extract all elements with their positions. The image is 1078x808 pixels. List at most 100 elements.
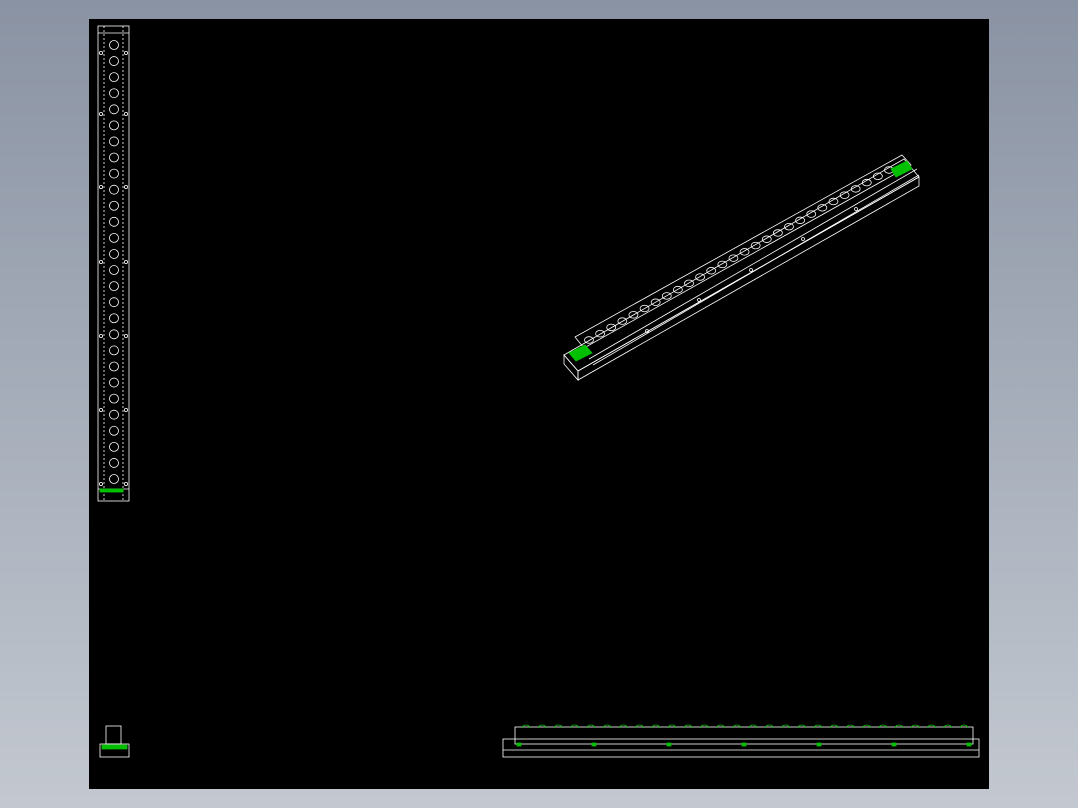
bolt-hole <box>927 724 936 729</box>
bolt-hole <box>764 724 774 729</box>
bolt-hole <box>667 724 677 729</box>
green-feature <box>99 488 124 493</box>
bolt-hole <box>109 409 119 420</box>
bolt-hole <box>635 724 644 729</box>
bolt-hole <box>109 232 119 243</box>
cad-model-viewport[interactable] <box>89 19 989 789</box>
top-view[interactable] <box>97 25 130 502</box>
mounting-hole <box>98 112 103 117</box>
green-feature <box>666 742 672 747</box>
bolt-hole <box>595 330 606 338</box>
bolt-hole <box>943 724 953 729</box>
bolt-hole <box>878 724 888 729</box>
bolt-hole <box>109 313 119 324</box>
bolt-hole <box>109 120 119 131</box>
bolt-hole <box>618 724 628 729</box>
rail-outline <box>97 25 130 502</box>
green-feature <box>741 742 747 747</box>
mounting-hole <box>697 298 701 302</box>
bolt-hole <box>109 216 119 227</box>
cad-drawing-canvas[interactable] <box>89 19 989 789</box>
mounting-hole <box>854 207 858 211</box>
green-feature <box>101 744 128 750</box>
green-feature <box>591 742 597 747</box>
mounting-hole <box>124 51 129 56</box>
bolt-hole <box>109 152 119 163</box>
mounting-hole <box>124 333 129 338</box>
green-feature <box>890 160 913 178</box>
bolt-hole <box>109 88 119 99</box>
bolt-hole <box>109 265 119 275</box>
mounting-hole <box>98 51 103 56</box>
bolt-hole <box>761 235 772 243</box>
mounting-hole <box>98 184 103 189</box>
green-feature <box>891 742 897 747</box>
mounting-hole <box>124 184 129 189</box>
bolt-hole <box>109 168 119 179</box>
green-feature <box>816 742 822 747</box>
bolt-hole <box>109 72 119 83</box>
mounting-hole <box>98 259 103 264</box>
bolt-hole <box>781 724 790 729</box>
bolt-hole <box>109 104 119 115</box>
bolt-hole <box>695 273 706 281</box>
front-view[interactable] <box>502 724 980 758</box>
bolt-hole <box>109 393 119 404</box>
rail-groove <box>588 168 918 360</box>
bolt-hole <box>109 297 119 308</box>
mounting-hole <box>124 407 129 412</box>
bolt-hole <box>570 724 580 729</box>
bolt-hole <box>109 56 119 66</box>
bolt-hole <box>651 724 661 729</box>
bolt-hole <box>109 345 119 356</box>
bolt-hole <box>700 724 709 729</box>
bolt-hole <box>586 724 596 729</box>
rail-base <box>502 738 980 758</box>
mounting-hole <box>124 481 129 486</box>
side-view[interactable] <box>99 725 130 758</box>
bolt-hole <box>109 136 119 147</box>
rail-groove <box>592 174 920 366</box>
bolt-hole <box>739 248 750 256</box>
mounting-hole <box>98 407 103 412</box>
bolt-hole <box>728 254 739 262</box>
green-feature <box>966 742 972 747</box>
mounting-hole <box>124 112 129 117</box>
bolt-hole <box>772 229 783 237</box>
profile-top <box>105 725 122 745</box>
bolt-hole <box>602 724 612 729</box>
bolt-hole <box>109 200 119 211</box>
bolt-hole <box>109 377 119 388</box>
mounting-hole <box>124 259 129 264</box>
bolt-hole <box>862 724 872 729</box>
isometric-view[interactable] <box>563 154 920 382</box>
bolt-hole <box>521 724 531 729</box>
bolt-hole <box>959 724 969 729</box>
mounting-hole <box>749 268 753 272</box>
bolt-hole <box>109 361 119 372</box>
rail-top-face <box>563 158 920 372</box>
green-feature <box>516 742 522 747</box>
bolt-hole <box>109 425 119 436</box>
bolt-hole <box>683 724 693 729</box>
bolt-hole <box>109 329 119 340</box>
bolt-hole <box>706 267 717 275</box>
bolt-hole <box>717 260 728 269</box>
bolt-hole <box>732 724 742 729</box>
rail-side-face <box>577 176 920 381</box>
bolt-hole <box>554 724 563 729</box>
bolt-hole <box>109 40 119 50</box>
bolt-hole <box>109 458 119 468</box>
bolt-hole <box>109 441 119 452</box>
bolt-hole <box>748 724 758 729</box>
bolt-hole <box>750 241 761 250</box>
bolt-hole <box>797 724 807 729</box>
bolt-hole <box>846 724 855 729</box>
bolt-hole <box>894 724 904 729</box>
bolt-hole <box>716 724 726 729</box>
bolt-hole <box>109 281 119 292</box>
mounting-hole <box>98 333 103 338</box>
bolt-hole <box>109 184 119 195</box>
bolt-hole <box>910 724 920 729</box>
mounting-hole <box>98 481 103 486</box>
